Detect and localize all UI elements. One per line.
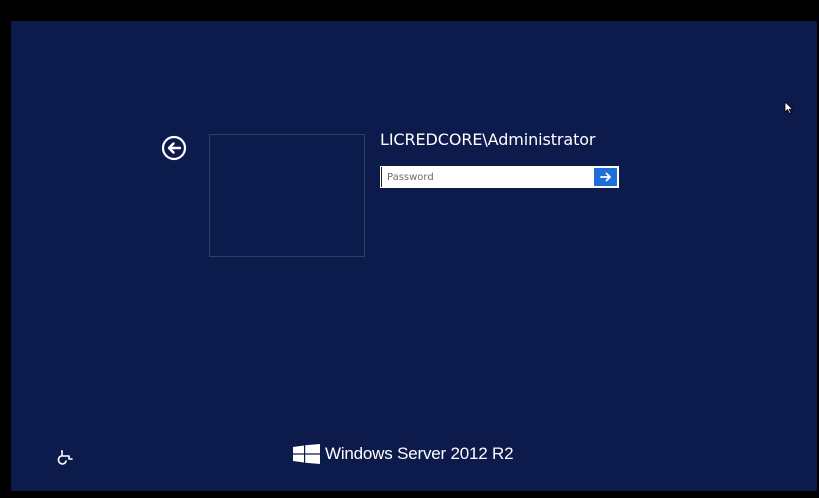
password-field-container — [380, 166, 619, 188]
back-button[interactable] — [160, 134, 188, 162]
password-input[interactable] — [381, 167, 592, 187]
user-picture-tile — [209, 134, 365, 257]
back-arrow-circle-icon — [161, 135, 187, 161]
lock-screen: LICREDCORE\Administrator Windows Server … — [11, 21, 817, 491]
os-name-label: Windows Server 2012 R2 — [325, 444, 514, 463]
ease-of-access-icon — [57, 450, 73, 465]
ease-of-access-button[interactable] — [55, 449, 75, 467]
windows-logo-icon — [293, 444, 320, 464]
arrow-right-icon — [599, 172, 611, 182]
os-branding: Windows Server 2012 R2 — [293, 444, 514, 464]
username-label: LICREDCORE\Administrator — [380, 130, 596, 149]
submit-button[interactable] — [594, 168, 617, 186]
mouse-pointer-icon — [784, 100, 794, 119]
